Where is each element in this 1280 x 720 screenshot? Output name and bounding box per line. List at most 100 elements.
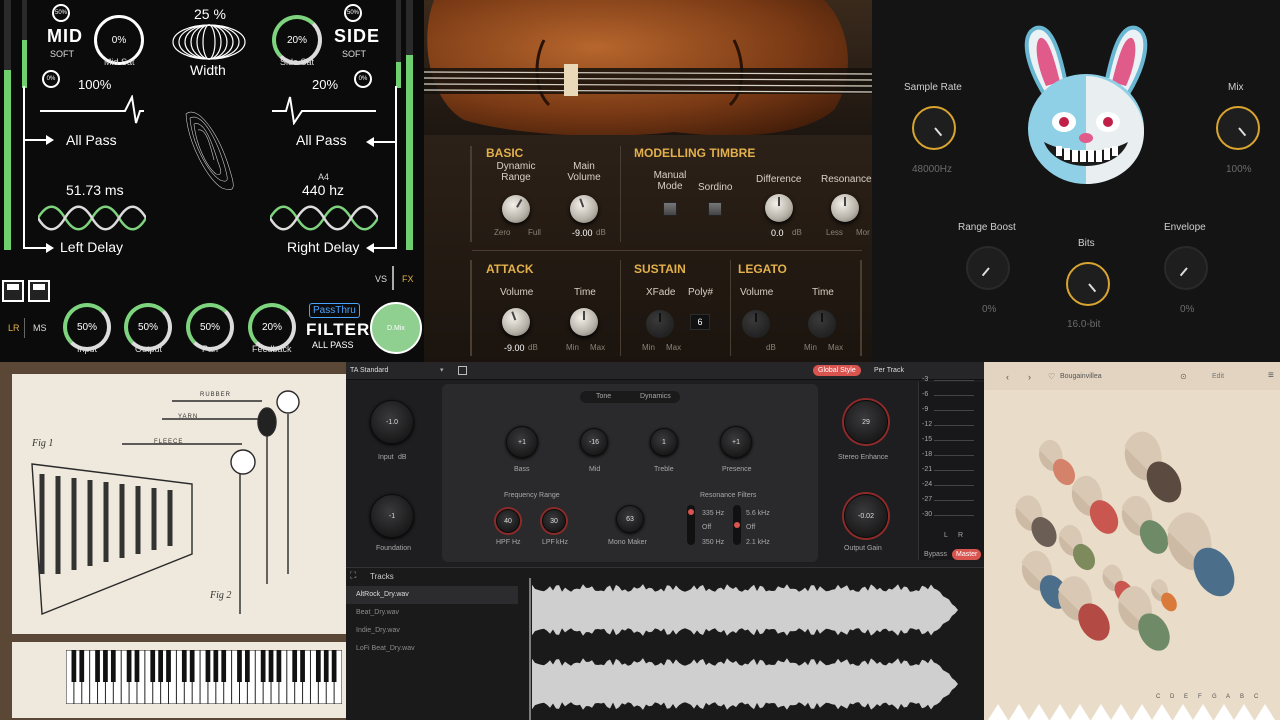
key-triangle[interactable] bbox=[1111, 704, 1131, 720]
cylinder-shape[interactable] bbox=[1052, 576, 1116, 646]
key-triangle[interactable] bbox=[1131, 704, 1152, 720]
edit-button[interactable]: Edit bbox=[1212, 373, 1224, 380]
cylinder-shape[interactable] bbox=[1118, 431, 1189, 509]
save-icon[interactable] bbox=[2, 280, 24, 302]
mid-mode[interactable]: SOFT bbox=[50, 49, 74, 59]
key-triangle[interactable] bbox=[1029, 704, 1049, 720]
black-key[interactable] bbox=[134, 650, 140, 682]
key-triangle[interactable] bbox=[1070, 704, 1090, 720]
black-key[interactable] bbox=[205, 650, 211, 682]
poly-value-box[interactable]: 6 bbox=[690, 314, 710, 330]
key-triangle[interactable] bbox=[1234, 704, 1254, 720]
info-icon[interactable]: ⊙ bbox=[1180, 372, 1187, 381]
black-key[interactable] bbox=[300, 650, 305, 682]
cylinder-shape[interactable] bbox=[1014, 495, 1062, 551]
black-key[interactable] bbox=[276, 650, 282, 682]
black-key[interactable] bbox=[95, 650, 100, 682]
cylinder-shape[interactable] bbox=[1116, 495, 1174, 559]
key-triangle[interactable] bbox=[1213, 704, 1234, 720]
passthru-button[interactable]: PassThru bbox=[309, 303, 360, 318]
mono-maker-knob[interactable]: 63 bbox=[616, 505, 644, 533]
black-key[interactable] bbox=[150, 650, 156, 682]
resonance-knob[interactable] bbox=[831, 194, 859, 222]
dmix-knob[interactable]: D.Mix bbox=[370, 302, 422, 354]
cylinder-visualizer[interactable] bbox=[1014, 422, 1264, 652]
key-triangle[interactable] bbox=[988, 704, 1008, 720]
cylinder-shape[interactable] bbox=[1148, 579, 1180, 614]
sordino-toggle[interactable] bbox=[708, 202, 722, 216]
key-triangle[interactable] bbox=[1008, 704, 1029, 720]
lr-toggle[interactable]: LR bbox=[8, 323, 20, 333]
black-key[interactable] bbox=[221, 650, 227, 682]
presence-knob[interactable]: +1 bbox=[720, 426, 752, 458]
bass-knob[interactable]: +1 bbox=[506, 426, 538, 458]
bits-knob[interactable] bbox=[1066, 262, 1110, 306]
key-triangle[interactable] bbox=[1049, 704, 1070, 720]
attack-time-knob[interactable] bbox=[570, 308, 598, 336]
left-delay-label[interactable]: Left Delay bbox=[60, 239, 123, 255]
manual-mode-toggle[interactable] bbox=[663, 202, 677, 216]
main-volume-knob[interactable] bbox=[570, 195, 598, 223]
save-preset-icon[interactable] bbox=[458, 366, 467, 375]
black-key[interactable] bbox=[237, 650, 242, 682]
range-boost-knob[interactable] bbox=[966, 246, 1010, 290]
treble-knob[interactable]: 1 bbox=[650, 428, 678, 456]
black-key[interactable] bbox=[245, 650, 250, 682]
preset-title[interactable]: Bougainvillea bbox=[1060, 373, 1102, 380]
mid-small-knob[interactable]: 50% bbox=[52, 4, 70, 22]
attack-volume-knob[interactable] bbox=[502, 308, 530, 336]
global-style-button[interactable]: Global Style bbox=[813, 365, 861, 376]
black-key[interactable] bbox=[110, 650, 116, 682]
black-key[interactable] bbox=[158, 650, 163, 682]
black-key[interactable] bbox=[331, 650, 337, 682]
forward-chevron-icon[interactable]: › bbox=[1028, 372, 1031, 382]
track-row[interactable]: LoFi Beat_Dry.wav bbox=[346, 640, 518, 658]
legato-time-knob[interactable] bbox=[808, 310, 836, 338]
cylinder-shape[interactable] bbox=[1159, 512, 1243, 603]
track-row[interactable]: Indie_Dry.wav bbox=[346, 622, 518, 640]
preset-dropdown-chevron-icon[interactable]: ▾ bbox=[440, 366, 444, 374]
cylinder-shape[interactable] bbox=[1055, 524, 1100, 574]
envelope-knob[interactable] bbox=[1164, 246, 1208, 290]
black-key[interactable] bbox=[103, 650, 108, 682]
waveform[interactable] bbox=[528, 578, 984, 720]
fx-label[interactable]: FX bbox=[402, 274, 414, 284]
black-key[interactable] bbox=[292, 650, 298, 682]
side-small-knob[interactable]: 50% bbox=[344, 4, 362, 22]
black-key[interactable] bbox=[323, 650, 329, 682]
load-icon[interactable] bbox=[28, 280, 50, 302]
black-key[interactable] bbox=[79, 650, 85, 682]
mix-knob[interactable] bbox=[1216, 106, 1260, 150]
input-knob[interactable]: -1.0 bbox=[370, 400, 414, 444]
ms-toggle[interactable]: MS bbox=[33, 323, 47, 333]
cylinder-shape[interactable] bbox=[1035, 439, 1080, 489]
tab-dynamics[interactable]: Dynamics bbox=[640, 393, 671, 400]
output-gain-knob[interactable]: -0.02 bbox=[844, 494, 888, 538]
mid-knob[interactable]: -16 bbox=[580, 428, 608, 456]
lpf-knob[interactable]: 30 bbox=[542, 509, 566, 533]
key-triangle[interactable] bbox=[1172, 704, 1193, 720]
black-key[interactable] bbox=[213, 650, 219, 682]
hpf-knob[interactable]: 40 bbox=[496, 509, 520, 533]
key-triangle[interactable] bbox=[1254, 704, 1275, 720]
per-track-button[interactable]: Per Track bbox=[874, 367, 904, 374]
black-key[interactable] bbox=[126, 650, 132, 682]
track-row[interactable]: Beat_Dry.wav bbox=[346, 604, 518, 622]
stereo-enhance-knob[interactable]: 29 bbox=[844, 400, 888, 444]
key-triangle[interactable] bbox=[1193, 704, 1213, 720]
resonance-filter-2-slider[interactable] bbox=[733, 505, 741, 545]
black-key[interactable] bbox=[260, 650, 266, 682]
back-chevron-icon[interactable]: ‹ bbox=[1006, 372, 1009, 382]
difference-knob[interactable] bbox=[765, 194, 793, 222]
xfade-knob[interactable] bbox=[646, 310, 674, 338]
key-triangle[interactable] bbox=[1090, 704, 1111, 720]
width-rings-icon[interactable] bbox=[170, 22, 248, 62]
tab-tone[interactable]: Tone bbox=[596, 393, 611, 400]
legato-volume-knob[interactable] bbox=[742, 310, 770, 338]
dynamic-range-knob[interactable] bbox=[502, 195, 530, 223]
black-key[interactable] bbox=[166, 650, 171, 682]
master-button[interactable]: Master bbox=[952, 549, 982, 560]
black-key[interactable] bbox=[71, 650, 77, 682]
black-key[interactable] bbox=[189, 650, 195, 682]
side-mode[interactable]: SOFT bbox=[342, 49, 366, 59]
